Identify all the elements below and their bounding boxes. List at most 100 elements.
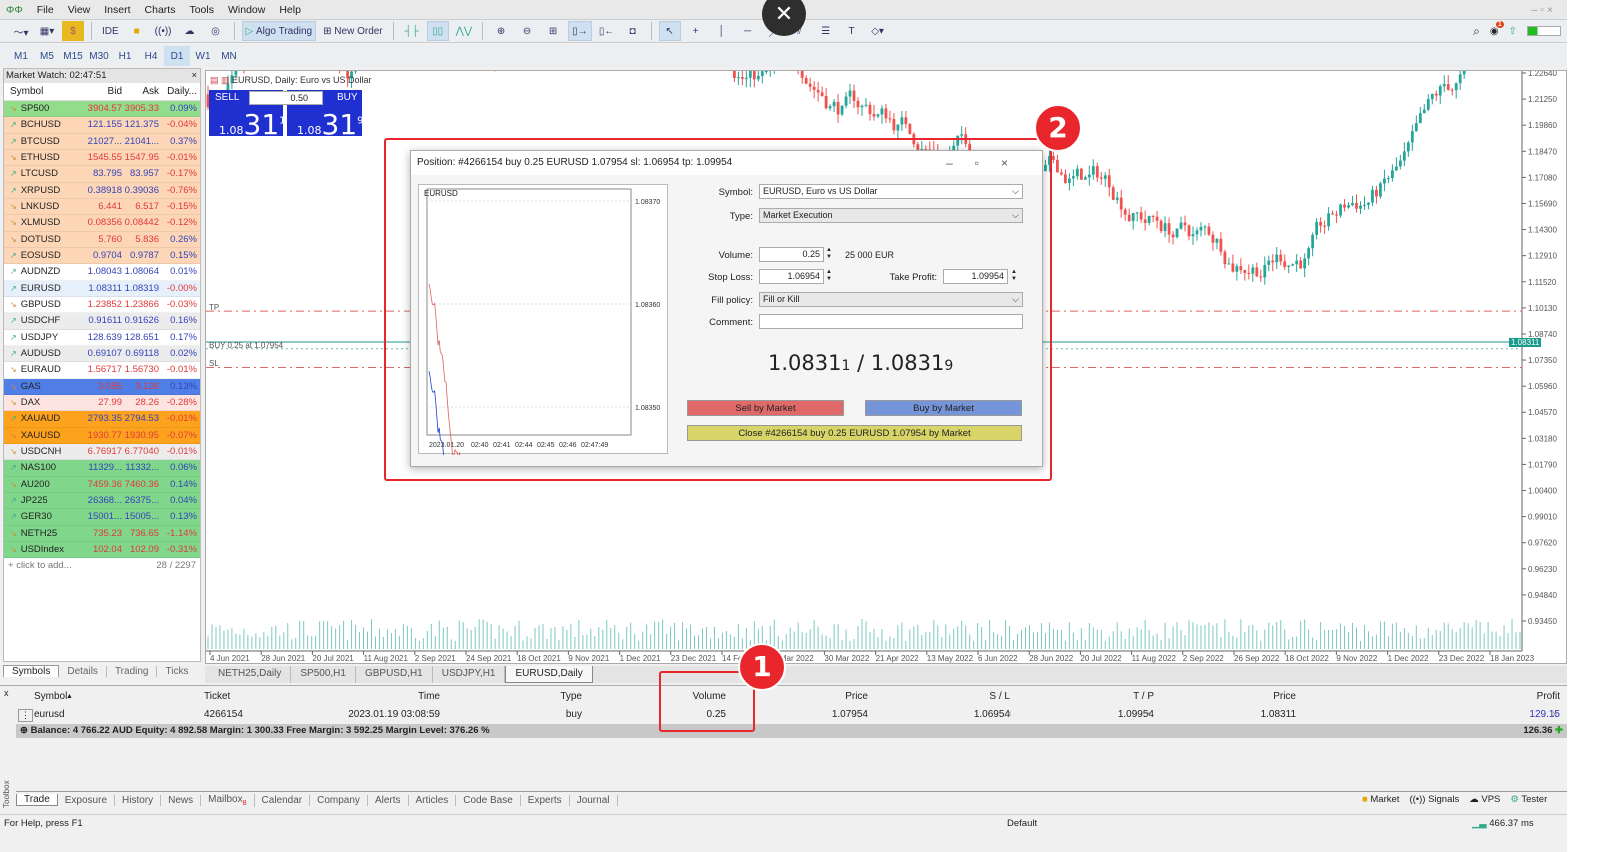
close-icon[interactable]: × xyxy=(191,69,197,83)
timeframe-w1[interactable]: W1 xyxy=(190,46,216,66)
text-icon[interactable]: T xyxy=(841,21,863,41)
timeframe-m30[interactable]: M30 xyxy=(86,46,112,66)
menu-view[interactable]: View xyxy=(68,4,91,16)
chart-tab[interactable]: GBPUSD,H1 xyxy=(356,666,433,683)
market-watch-row[interactable]: ↘ SP500 3904.57 3905.33 0.09% xyxy=(4,101,200,118)
chart-tab[interactable]: NETH25,Daily xyxy=(209,666,292,683)
dollar-icon[interactable]: $ xyxy=(62,21,84,41)
algo-trading-button[interactable]: ▷ Algo Trading xyxy=(241,21,317,41)
market-watch-row[interactable]: ↗ NAS100 11329... 11332... 0.06% xyxy=(4,460,200,477)
trade-col-header[interactable]: S / L xyxy=(890,691,1010,702)
candlestick-icon[interactable]: ▯▯ xyxy=(426,21,449,41)
ide-button[interactable]: IDE xyxy=(99,21,122,41)
toolbox-tab-history[interactable]: History xyxy=(115,794,162,806)
market-watch-row[interactable]: ↘ GAS 3.055 3.126 0.13% xyxy=(4,378,200,395)
market-watch-row[interactable]: ↗ BTCUSD 21027... 21041... 0.37% xyxy=(4,133,200,150)
col-ask[interactable]: Ask xyxy=(122,83,159,100)
timeframe-d1[interactable]: D1 xyxy=(164,46,190,66)
tab-symbols[interactable]: Symbols xyxy=(3,665,60,677)
market-watch-row[interactable]: ↘ GBPUSD 1.23852 1.23866 -0.03% xyxy=(4,296,200,314)
market-watch-row[interactable]: ↘ LNKUSD 6.441 6.517 -0.15% xyxy=(4,198,200,216)
toolbox-tab-exposure[interactable]: Exposure xyxy=(58,794,116,806)
timeframe-m15[interactable]: M15 xyxy=(60,46,86,66)
horizontal-line-icon[interactable]: ─ xyxy=(737,21,759,41)
trade-col-header[interactable]: Symbol xyxy=(34,691,67,702)
trade-col-header[interactable]: Profit xyxy=(1440,691,1560,702)
signals-icon[interactable]: ((•)) xyxy=(152,21,175,41)
market-watch-row[interactable]: ↗ USDCHF 0.91611 0.91626 0.16% xyxy=(4,313,200,330)
radar-icon[interactable]: ◎ xyxy=(205,21,227,41)
menu-file[interactable]: File xyxy=(37,4,54,16)
market-watch-row[interactable]: ↘ DAX 27.99 28.26 -0.28% xyxy=(4,394,200,412)
toolbox-tab-mailbox[interactable]: Mailbox8 xyxy=(201,793,255,807)
col-symbol[interactable]: Symbol xyxy=(4,83,84,100)
new-order-button[interactable]: ⊞ New Order xyxy=(320,21,386,41)
chart-shift-icon[interactable]: ▯← xyxy=(596,21,618,41)
timeframe-m1[interactable]: M1 xyxy=(8,46,34,66)
tester-link[interactable]: ⚙ Tester xyxy=(1510,794,1547,805)
click-to-add[interactable]: + click to add... xyxy=(8,560,72,571)
market-watch-row[interactable]: ↘ XAUUSD 1930.77 1930.95 -0.07% xyxy=(4,427,200,444)
timeframe-h4[interactable]: H4 xyxy=(138,46,164,66)
shapes-icon[interactable]: ◇▾ xyxy=(867,21,889,41)
toolbox-tab-trade[interactable]: Trade xyxy=(16,794,58,806)
market-watch-row[interactable]: ↗ BCHUSD 121.155 121.375 -0.04% xyxy=(4,117,200,134)
toolbox-tab-code-base[interactable]: Code Base xyxy=(456,794,521,806)
tab-trading[interactable]: Trading xyxy=(107,665,158,677)
zoom-out-icon[interactable]: ⊖ xyxy=(516,21,538,41)
market-watch-row[interactable]: ↗ GER30 15001... 15005... 0.13% xyxy=(4,509,200,526)
signals-link[interactable]: ((•)) Signals xyxy=(1409,794,1459,805)
chart-tab[interactable]: USDJPY,H1 xyxy=(433,666,506,683)
market-watch-row[interactable]: ↗ AUDUSD 0.69107 0.69118 0.02% xyxy=(4,345,200,363)
expand-icon[interactable]: ⊕ xyxy=(20,725,31,736)
remove-icon[interactable]: × xyxy=(1552,709,1558,720)
line-chart-icon[interactable]: 〜▾ xyxy=(10,21,32,41)
zoom-in-icon[interactable]: ⊕ xyxy=(490,21,512,41)
market-bag-icon[interactable]: ■ xyxy=(126,21,148,41)
trade-col-header[interactable]: T / P xyxy=(1034,691,1154,702)
market-watch-row[interactable]: ↗ XRPUSD 0.38918 0.39036 -0.76% xyxy=(4,182,200,199)
toolbox-tab-calendar[interactable]: Calendar xyxy=(255,794,311,806)
market-watch-row[interactable]: ↘ USDCNH 6.76917 6.77040 -0.01% xyxy=(4,443,200,461)
market-watch-row[interactable]: ↘ AU200 7459.36 7460.36 0.14% xyxy=(4,476,200,493)
col-daily[interactable]: Daily... xyxy=(159,83,200,100)
screenshot-icon[interactable]: ◘ xyxy=(622,21,644,41)
trade-col-header[interactable]: Price xyxy=(748,691,868,702)
vps-cloud-icon[interactable]: ☁ xyxy=(179,21,201,41)
toolbox-tab-alerts[interactable]: Alerts xyxy=(368,794,409,806)
timeframe-m5[interactable]: M5 xyxy=(34,46,60,66)
trade-col-header[interactable]: Ticket xyxy=(204,691,230,702)
trade-col-header[interactable]: Price xyxy=(1176,691,1296,702)
trade-col-header[interactable]: Time xyxy=(320,691,440,702)
fibonacci-icon[interactable]: ☰ xyxy=(815,21,837,41)
market-watch-row[interactable]: ↗ EURUSD 1.08311 1.08319 -0.00% xyxy=(4,280,200,297)
menu-charts[interactable]: Charts xyxy=(145,4,176,16)
market-watch-row[interactable]: ↘ USDIndex 102.04 102.09 -0.31% xyxy=(4,541,200,559)
market-watch-row[interactable]: ↗ AUDNZD 1.08043 1.08064 0.01% xyxy=(4,264,200,281)
timeframe-h1[interactable]: H1 xyxy=(112,46,138,66)
chart-tab[interactable]: EURUSD,Daily xyxy=(505,666,593,683)
market-watch-row[interactable]: ↗ EOSUSD 0.9704 0.9787 0.15% xyxy=(4,247,200,265)
menu-window[interactable]: Window xyxy=(228,4,265,16)
grid-icon[interactable]: ⊞ xyxy=(542,21,564,41)
bar-chart-icon[interactable]: ┤├ xyxy=(401,21,423,41)
crosshair-icon[interactable]: + xyxy=(685,21,707,41)
close-toolbox-icon[interactable]: x xyxy=(4,688,9,698)
col-bid[interactable]: Bid xyxy=(84,83,122,100)
market-watch-row[interactable]: ↗ JP225 26368... 26375... 0.04% xyxy=(4,492,200,510)
market-watch-row[interactable]: ↘ ETHUSD 1545.55 1547.95 -0.01% xyxy=(4,149,200,167)
timeframe-mn[interactable]: MN xyxy=(216,46,242,66)
remove-icon[interactable]: × xyxy=(1006,709,1012,720)
tab-details[interactable]: Details xyxy=(59,665,107,677)
menu-insert[interactable]: Insert xyxy=(104,4,130,16)
window-controls[interactable]: – ▫ × xyxy=(1531,4,1553,16)
search-icon[interactable]: ⌕ xyxy=(1473,24,1480,39)
add-icon[interactable]: ✚ xyxy=(1555,725,1563,736)
market-watch-row[interactable]: ↘ DOTUSD 5.760 5.836 0.26% xyxy=(4,231,200,248)
remove-icon[interactable]: × xyxy=(1146,709,1152,720)
market-watch-row[interactable]: ↘ EURAUD 1.56717 1.56730 -0.01% xyxy=(4,362,200,379)
autoscroll-icon[interactable]: ▯→ xyxy=(568,21,592,41)
menu-help[interactable]: Help xyxy=(279,4,301,16)
toolbox-tab-journal[interactable]: Journal xyxy=(570,794,618,806)
market-watch-row[interactable]: ↘ NETH25 735.23 736.65 -1.14% xyxy=(4,525,200,542)
